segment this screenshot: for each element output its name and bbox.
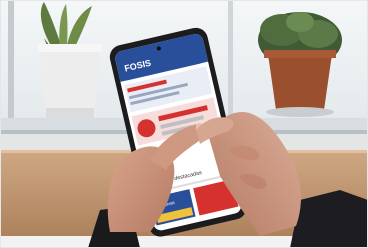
photo-scene: FOSIS Iniciativas destacadas Iniciativas bbox=[0, 0, 368, 248]
photo: FOSIS Iniciativas destacadas Iniciativas bbox=[0, 0, 368, 248]
